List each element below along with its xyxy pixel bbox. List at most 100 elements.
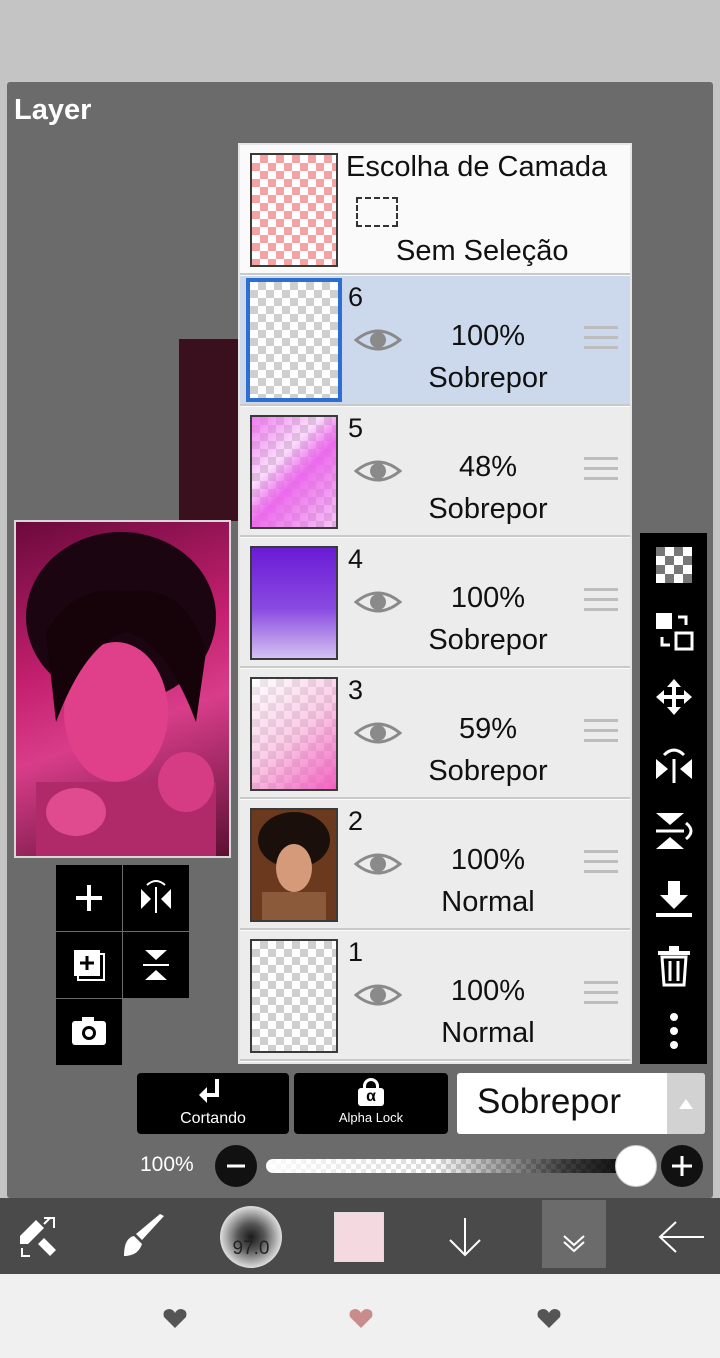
flip-vertical-icon[interactable] <box>652 809 696 853</box>
selection-icon <box>356 197 398 227</box>
layer-number: 3 <box>348 675 364 705</box>
layer-blend: Sobrepor <box>428 624 548 656</box>
heart-icon[interactable] <box>162 1306 188 1330</box>
canvas-edge <box>179 339 239 521</box>
layer-opacity: 100% <box>450 844 526 876</box>
left-toolbox <box>56 865 189 1065</box>
brush-size-value: 97.0 <box>232 1238 270 1259</box>
layer-opacity: 48% <box>458 451 518 483</box>
selection-row[interactable]: Escolha de Camada Sem Seleção <box>240 145 630 275</box>
layer-blend: Sobrepor <box>428 362 548 394</box>
layer-thumbnail <box>250 415 338 529</box>
right-toolbox <box>640 533 707 1064</box>
layer-opacity: 100% <box>450 320 526 352</box>
layer-row-3[interactable]: 3 59% Sobrepor <box>240 669 630 799</box>
canvas-preview[interactable] <box>14 520 231 858</box>
layer-opacity: 59% <box>458 713 518 745</box>
layer-number: 4 <box>348 544 364 574</box>
drag-handle-icon[interactable] <box>584 981 618 1007</box>
layer-row-4[interactable]: 4 100% Sobrepor <box>240 538 630 668</box>
minus-icon[interactable] <box>214 1144 258 1188</box>
layer-blend: Normal <box>441 1017 535 1049</box>
layer-thumbnail <box>250 939 338 1053</box>
layers-button[interactable] <box>542 1200 606 1268</box>
chevron-up-icon <box>679 1099 693 1109</box>
eye-icon[interactable] <box>354 324 402 356</box>
drag-handle-icon[interactable] <box>584 457 618 483</box>
opacity-label: 100% <box>140 1153 194 1176</box>
layer-blend: Sobrepor <box>428 493 548 525</box>
add-copy-icon <box>74 950 105 981</box>
alpha-lock-label: Alpha Lock <box>338 1110 404 1125</box>
layer-number: 2 <box>348 806 364 836</box>
layer-number: 6 <box>348 282 364 312</box>
portrait-thumbnail <box>258 812 330 920</box>
checker-icon[interactable] <box>652 543 696 587</box>
move-icon[interactable] <box>652 675 696 719</box>
add-copy-button[interactable] <box>56 932 122 998</box>
more-icon[interactable] <box>652 1009 696 1053</box>
flip-vertical-button[interactable] <box>123 932 189 998</box>
flip-layer-button[interactable] <box>123 865 189 931</box>
bottom-toolbar: 97.0 <box>0 1198 720 1274</box>
blend-mode-value: Sobrepor <box>477 1082 621 1121</box>
portrait-image <box>26 532 216 856</box>
drag-handle-icon[interactable] <box>584 719 618 745</box>
layer-row-6[interactable]: 6 100% Sobrepor <box>240 276 630 406</box>
layer-row-1[interactable]: 1 100% Normal <box>240 931 630 1061</box>
selection-thumbnail <box>250 153 338 267</box>
layer-thumbnail <box>250 808 338 922</box>
camera-button[interactable] <box>56 999 122 1065</box>
opacity-slider[interactable] <box>266 1159 640 1173</box>
layer-number: 5 <box>348 413 364 443</box>
eye-icon[interactable] <box>354 848 402 880</box>
layer-thumbnail <box>246 278 342 402</box>
layer-blend: Normal <box>441 886 535 918</box>
layer-number: 1 <box>348 937 364 967</box>
layer-opacity: 100% <box>450 975 526 1007</box>
transform-tool-icon[interactable] <box>14 1212 64 1260</box>
blend-mode-arrow[interactable] <box>667 1073 705 1134</box>
color-swatch[interactable] <box>334 1212 384 1262</box>
trash-icon[interactable] <box>652 943 696 987</box>
alpha-symbol: α <box>358 1088 384 1106</box>
alpha-lock-button[interactable]: α Alpha Lock <box>294 1073 448 1134</box>
drag-handle-icon[interactable] <box>584 588 618 614</box>
add-layer-button[interactable] <box>56 865 122 931</box>
alpha-lock-icon: α <box>358 1078 384 1106</box>
double-chevron-down-icon <box>563 1235 585 1253</box>
arrow-down-icon[interactable] <box>440 1212 490 1262</box>
drag-handle-icon[interactable] <box>584 850 618 876</box>
brush-tool-icon[interactable] <box>118 1212 172 1260</box>
flip-vertical-icon <box>143 950 169 980</box>
clipping-button[interactable]: Cortando <box>137 1073 289 1134</box>
add-layer-icon <box>76 885 102 911</box>
drag-handle-icon[interactable] <box>584 326 618 352</box>
eye-icon[interactable] <box>354 455 402 487</box>
clipping-label: Cortando <box>180 1110 246 1127</box>
heart-icon[interactable] <box>348 1306 374 1330</box>
brush-size-button[interactable]: 97.0 <box>220 1206 282 1268</box>
heart-icon[interactable] <box>536 1306 562 1330</box>
layer-list: Escolha de Camada Sem Seleção 6 100% Sob… <box>238 143 632 1064</box>
back-arrow-icon[interactable] <box>654 1212 710 1262</box>
system-nav-bar <box>0 1274 720 1358</box>
selection-title: Escolha de Camada <box>346 151 608 183</box>
selection-status: Sem Seleção <box>396 235 569 267</box>
blend-mode-select[interactable]: Sobrepor <box>457 1073 705 1134</box>
layer-thumbnail <box>250 546 338 660</box>
panel-title: Layer <box>14 94 92 126</box>
eye-icon[interactable] <box>354 717 402 749</box>
layer-thumbnail <box>250 677 338 791</box>
opacity-slider-thumb[interactable] <box>615 1145 657 1187</box>
transform-copy-icon[interactable] <box>652 609 696 653</box>
layer-row-2[interactable]: 2 100% Normal <box>240 800 630 930</box>
flip-horizontal-icon[interactable] <box>652 743 696 787</box>
plus-icon[interactable] <box>660 1144 704 1188</box>
eye-icon[interactable] <box>354 586 402 618</box>
layer-row-5[interactable]: 5 48% Sobrepor <box>240 407 630 537</box>
camera-icon <box>72 1017 106 1045</box>
merge-down-icon[interactable] <box>652 877 696 921</box>
layer-opacity: 100% <box>450 582 526 614</box>
eye-icon[interactable] <box>354 979 402 1011</box>
